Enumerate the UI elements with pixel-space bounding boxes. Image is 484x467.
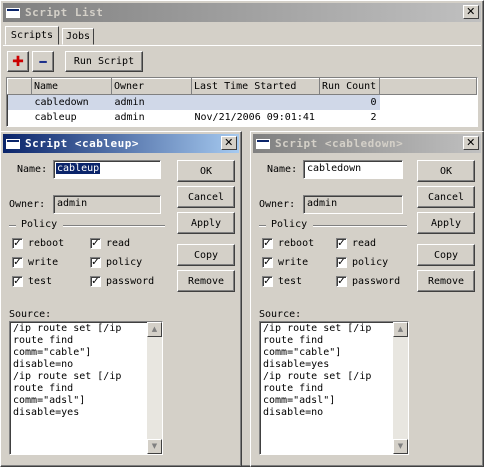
apply-button[interactable]: Apply: [177, 212, 235, 234]
source-text: /ip route set [/ip route find comm="cabl…: [13, 323, 122, 418]
dialog-title: Script <cabledown>: [275, 137, 404, 150]
plus-icon: ✚: [12, 53, 24, 70]
row-last-started: Nov/21/2006 09:01:41: [194, 111, 315, 123]
source-scrollbar[interactable]: ▲ ▼: [147, 322, 162, 454]
row-last-started: [191, 94, 320, 110]
policy-write-label: write: [28, 257, 59, 268]
checkbox-read[interactable]: ✓: [90, 238, 101, 249]
col-flag[interactable]: [7, 78, 32, 95]
table-row[interactable]: cabledown admin 0: [7, 94, 477, 110]
checkbox-password[interactable]: ✓: [336, 276, 347, 287]
name-label: Name:: [17, 164, 48, 175]
owner-value: admin: [57, 198, 88, 209]
checkbox-reboot[interactable]: ✓: [262, 238, 273, 249]
cancel-button[interactable]: Cancel: [417, 186, 475, 208]
copy-button[interactable]: Copy: [177, 244, 235, 266]
scroll-up-icon[interactable]: ▲: [393, 322, 408, 337]
remove-item-button[interactable]: ━: [32, 51, 54, 72]
checkbox-read[interactable]: ✓: [336, 238, 347, 249]
policy-test-label: test: [278, 276, 303, 287]
policy-label: Policy: [21, 219, 58, 230]
scroll-down-icon[interactable]: ▼: [147, 439, 162, 454]
remove-button[interactable]: Remove: [417, 270, 475, 292]
script-list-title: Script List: [25, 6, 104, 19]
policy-password-label: password: [352, 276, 401, 287]
checkbox-write[interactable]: ✓: [12, 257, 23, 268]
policy-test-label: test: [28, 276, 53, 287]
policy-policy-label: policy: [352, 257, 389, 268]
name-value: cableup: [56, 163, 101, 174]
policy-policy-label: policy: [106, 257, 143, 268]
cancel-button[interactable]: Cancel: [177, 186, 235, 208]
close-icon[interactable]: ✕: [463, 136, 479, 150]
source-scrollbar[interactable]: ▲ ▼: [393, 322, 408, 454]
row-owner: admin: [114, 111, 145, 123]
owner-value: admin: [307, 198, 338, 209]
window-icon: [6, 7, 20, 18]
checkbox-policy[interactable]: ✓: [90, 257, 101, 268]
row-name: cabledown: [31, 94, 112, 110]
name-field[interactable]: cableup: [53, 160, 161, 179]
row-owner: admin: [111, 94, 192, 110]
policy-label: Policy: [271, 219, 308, 230]
checkbox-password[interactable]: ✓: [90, 276, 101, 287]
run-script-button[interactable]: Run Script: [65, 51, 143, 72]
ok-button[interactable]: OK: [177, 160, 235, 182]
close-icon[interactable]: ✕: [221, 136, 237, 150]
script-list-titlebar[interactable]: Script List ✕: [3, 3, 481, 22]
row-run-count: 2: [370, 111, 377, 123]
source-textarea[interactable]: /ip route set [/ip route find comm="cabl…: [9, 321, 163, 455]
row-run-count: 0: [319, 94, 380, 110]
source-textarea[interactable]: /ip route set [/ip route find comm="cabl…: [259, 321, 409, 455]
name-field[interactable]: cabledown: [303, 160, 403, 179]
remove-button[interactable]: Remove: [177, 270, 235, 292]
col-name[interactable]: Name: [31, 78, 112, 95]
checkbox-test[interactable]: ✓: [12, 276, 23, 287]
table-row[interactable]: cableup admin Nov/21/2006 09:01:41 2: [8, 110, 477, 125]
owner-field: admin: [303, 195, 403, 214]
policy-write-label: write: [278, 257, 309, 268]
window-icon: [256, 138, 270, 149]
dialog-title: Script <cableup>: [25, 137, 139, 150]
policy-read-label: read: [106, 238, 131, 249]
source-label: Source:: [259, 309, 302, 320]
add-button[interactable]: ✚: [7, 51, 29, 72]
script-dialog-cabledown: Script <cabledown> ✕ Name: cabledown Own…: [250, 131, 484, 467]
owner-field: admin: [53, 195, 161, 214]
owner-label: Owner:: [259, 199, 296, 210]
checkbox-policy[interactable]: ✓: [336, 257, 347, 268]
checkbox-write[interactable]: ✓: [262, 257, 273, 268]
col-last-started[interactable]: Last Time Started: [191, 78, 320, 95]
source-label: Source:: [9, 309, 52, 320]
col-owner[interactable]: Owner: [111, 78, 192, 95]
checkbox-test[interactable]: ✓: [262, 276, 273, 287]
policy-reboot-label: reboot: [28, 238, 65, 249]
policy-password-label: password: [106, 276, 155, 287]
name-label: Name:: [267, 164, 298, 175]
copy-button[interactable]: Copy: [417, 244, 475, 266]
policy-reboot-label: reboot: [278, 238, 315, 249]
script-dialog-cableup: Script <cableup> ✕ Name: cableup Owner: …: [0, 131, 242, 467]
tab-scripts[interactable]: Scripts: [5, 26, 59, 45]
policy-read-label: read: [352, 238, 377, 249]
scroll-up-icon[interactable]: ▲: [147, 322, 162, 337]
source-text: /ip route set [/ip route find comm="cabl…: [263, 323, 372, 418]
scripts-table: Name Owner Last Time Started Run Count c…: [6, 77, 478, 127]
minus-icon: ━: [39, 54, 47, 69]
scroll-down-icon[interactable]: ▼: [393, 439, 408, 454]
dialog-titlebar[interactable]: Script <cableup> ✕: [3, 134, 239, 153]
row-name: cableup: [34, 111, 77, 123]
ok-button[interactable]: OK: [417, 160, 475, 182]
col-run-count[interactable]: Run Count: [319, 78, 380, 95]
apply-button[interactable]: Apply: [417, 212, 475, 234]
window-icon: [6, 138, 20, 149]
close-icon[interactable]: ✕: [463, 5, 479, 19]
tab-jobs[interactable]: Jobs: [62, 28, 94, 45]
checkbox-reboot[interactable]: ✓: [12, 238, 23, 249]
owner-label: Owner:: [9, 199, 46, 210]
name-value: cabledown: [307, 163, 362, 174]
dialog-titlebar[interactable]: Script <cabledown> ✕: [253, 134, 481, 153]
